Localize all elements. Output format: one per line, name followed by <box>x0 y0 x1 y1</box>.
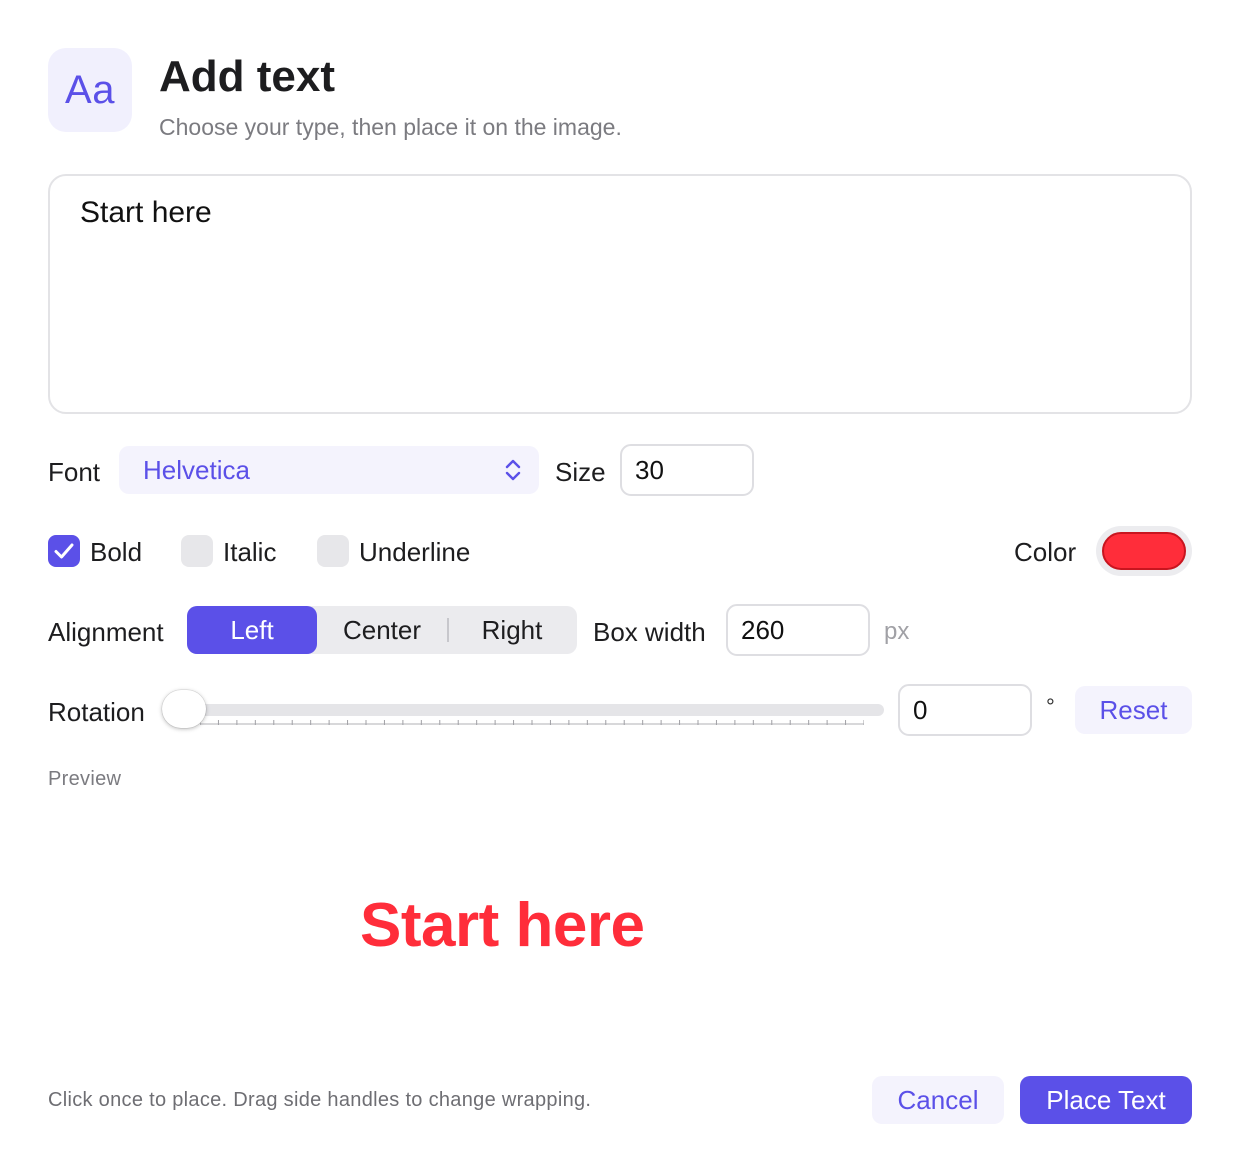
box-width-input[interactable]: 260 <box>726 604 870 656</box>
reset-button[interactable]: Reset <box>1075 686 1192 734</box>
font-select[interactable]: Helvetica <box>119 446 539 494</box>
alignment-segmented-control: Left Center Right <box>187 606 577 654</box>
rotation-slider-thumb[interactable] <box>162 690 206 728</box>
italic-checkbox[interactable] <box>181 535 213 567</box>
preview-text: Start here <box>360 891 645 960</box>
place-text-button[interactable]: Place Text <box>1020 1076 1192 1124</box>
text-input[interactable]: Start here <box>48 174 1192 414</box>
dialog-subtitle: Choose your type, then place it on the i… <box>159 114 622 140</box>
text-type-icon: Aa <box>48 48 132 132</box>
text-type-icon-label: Aa <box>65 67 115 112</box>
box-width-unit: px <box>884 618 910 645</box>
underline-label: Underline <box>359 537 471 567</box>
color-swatch <box>1102 532 1186 570</box>
underline-checkbox[interactable] <box>317 535 349 567</box>
italic-label: Italic <box>223 537 277 567</box>
size-input-value: 30 <box>635 454 664 485</box>
rotation-label: Rotation <box>48 697 145 727</box>
cancel-button[interactable]: Cancel <box>872 1076 1004 1124</box>
bold-checkbox[interactable] <box>48 535 80 567</box>
box-width-input-value: 260 <box>741 614 785 645</box>
degree-unit: ° <box>1046 694 1055 719</box>
align-left-option[interactable]: Left <box>187 606 317 654</box>
add-text-dialog: Aa Add text Choose your type, then place… <box>0 0 1240 1172</box>
font-label: Font <box>48 457 101 487</box>
color-label: Color <box>1014 537 1077 567</box>
rotation-slider-ticks <box>200 720 864 725</box>
chevron-up-down-icon <box>505 459 521 481</box>
preview-label: Preview <box>48 768 122 790</box>
color-picker[interactable] <box>1096 526 1192 576</box>
align-center-option[interactable]: Center <box>317 606 447 654</box>
dialog-title: Add text <box>159 52 335 101</box>
box-width-label: Box width <box>593 617 706 647</box>
rotation-input-value: 0 <box>913 694 928 725</box>
align-right-option[interactable]: Right <box>447 606 577 654</box>
placement-hint: Click once to place. Drag side handles t… <box>48 1089 592 1111</box>
alignment-label: Alignment <box>48 617 164 647</box>
bold-label: Bold <box>90 537 143 567</box>
size-input[interactable]: 30 <box>620 444 754 496</box>
size-label: Size <box>555 457 606 487</box>
rotation-input[interactable]: 0 <box>898 684 1032 736</box>
font-select-value: Helvetica <box>143 454 250 485</box>
rotation-slider-track[interactable] <box>162 704 884 716</box>
checkmark-icon <box>54 543 74 559</box>
